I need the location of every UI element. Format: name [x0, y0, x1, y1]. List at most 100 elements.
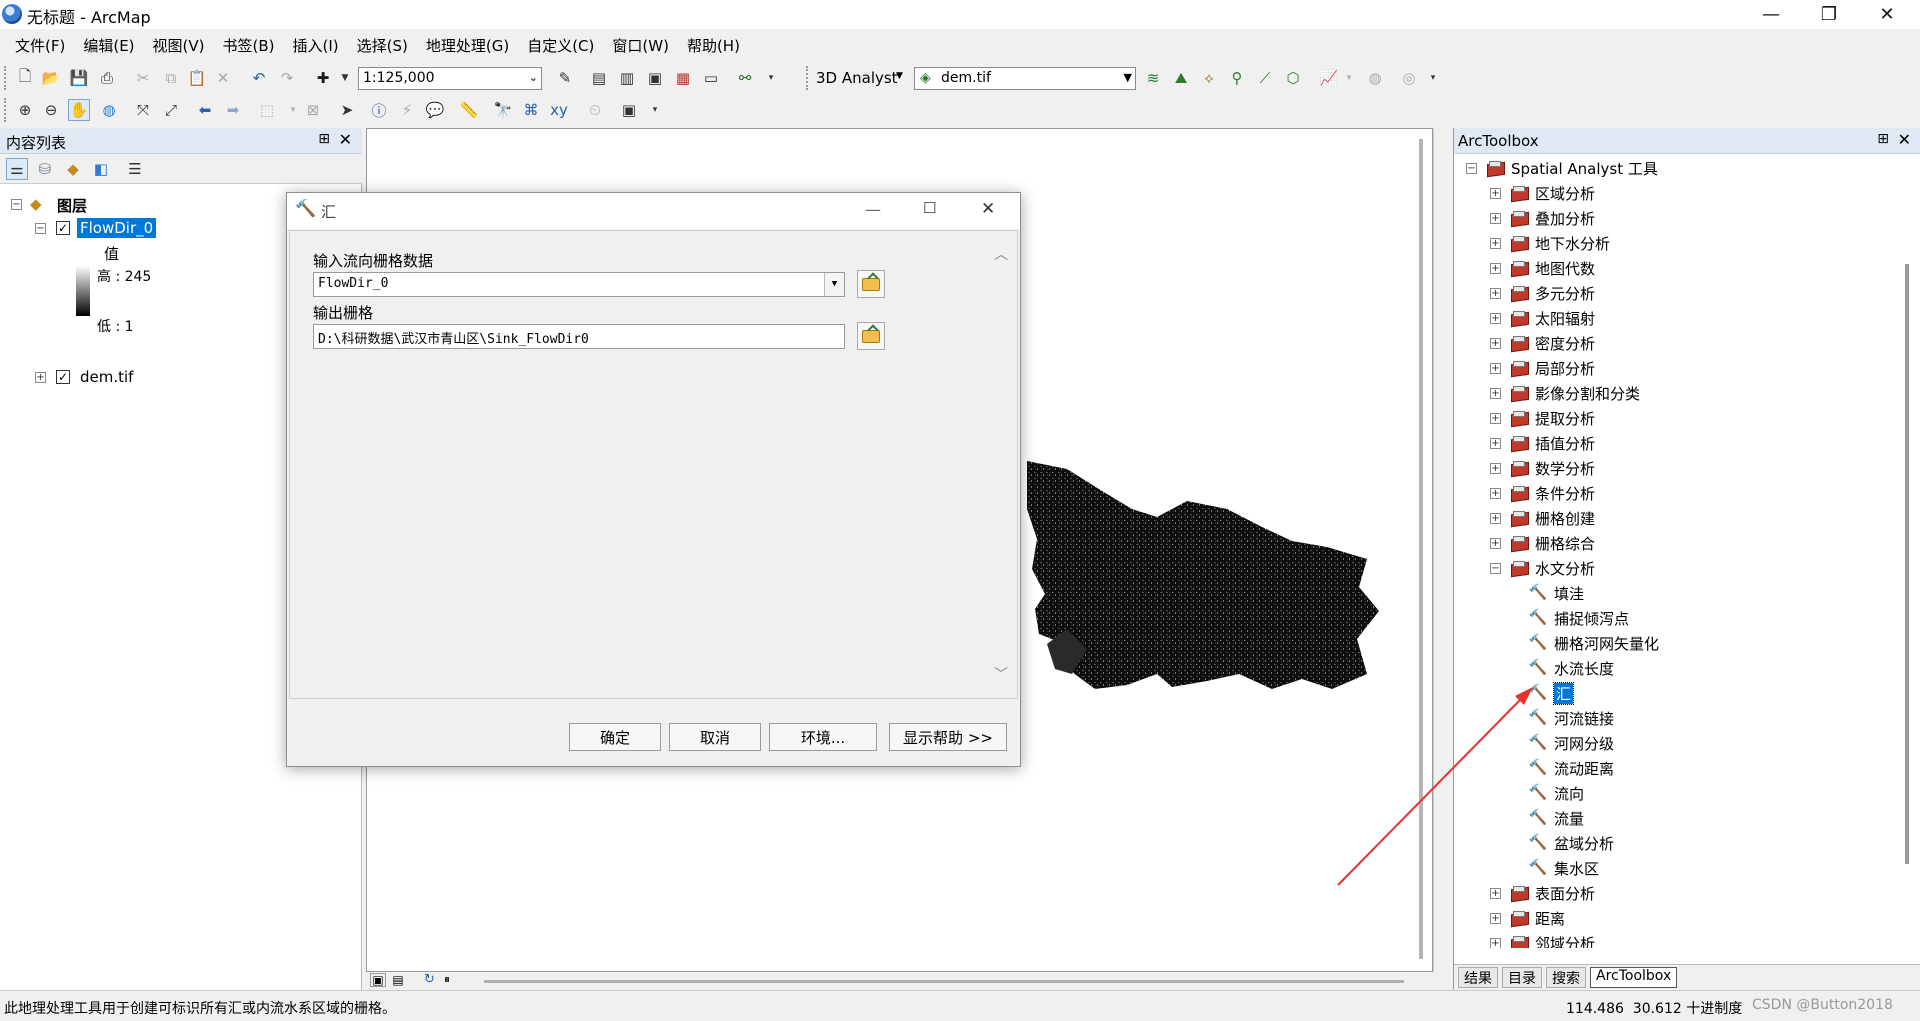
toolset-item[interactable]: + 密度分析 [1490, 331, 1595, 355]
expand-icon[interactable]: + [1490, 462, 1501, 474]
layer-name-dem[interactable]: dem.tif [80, 368, 133, 386]
pan-icon[interactable]: ✋ [68, 99, 90, 121]
dialog-close-button[interactable]: ✕ [981, 199, 995, 219]
fixed-zoom-in-icon[interactable]: ⤧ [132, 99, 154, 121]
menu-bookmarks[interactable]: 书签(B) [214, 35, 284, 56]
line-of-sight-icon[interactable]: ⟡ [1198, 67, 1220, 89]
tool-item[interactable]: 🔨 栅格河网矢量化 [1528, 631, 1659, 655]
expand-icon[interactable]: + [1490, 312, 1501, 324]
fixed-zoom-out-icon[interactable]: ⤢ [160, 99, 182, 121]
pause-drawing-icon[interactable]: ⏸ [444, 972, 450, 987]
menu-file[interactable]: 文件(F) [6, 35, 74, 56]
list-by-selection-icon[interactable]: ◧ [90, 158, 112, 180]
editor-toolbar-icon[interactable]: ✎ [554, 67, 576, 89]
toolbox-scrollbar[interactable] [1905, 264, 1909, 864]
new-document-icon[interactable]: 🗋 [14, 67, 36, 89]
list-by-visibility-icon[interactable]: ◆ [62, 158, 84, 180]
minimize-button[interactable]: — [1748, 0, 1794, 29]
open-icon[interactable]: 📂 [40, 67, 62, 89]
cut-icon[interactable]: ✂ [132, 67, 154, 89]
expand-icon[interactable]: + [1490, 437, 1501, 449]
toolset-item[interactable]: + 数学分析 [1490, 456, 1595, 480]
hyperlink-icon[interactable]: ⚡ [396, 99, 418, 121]
dialog-maximize-button[interactable]: ☐ [923, 199, 936, 217]
map-scale-combo[interactable]: 1:125,000 ⌄ [358, 67, 542, 90]
3d-analyst-dropdown[interactable]: 3D Analyst [816, 69, 898, 87]
expand-icon[interactable]: + [1490, 937, 1501, 948]
chevron-down-icon[interactable]: ▾ [282, 99, 304, 121]
toolset-item[interactable]: + 多元分析 [1490, 281, 1595, 305]
contour-icon[interactable]: ≋ [1142, 67, 1164, 89]
list-by-source-icon[interactable]: ⛁ [34, 158, 56, 180]
map-horizontal-scrollbar[interactable] [484, 980, 1404, 983]
python-window-icon[interactable]: ▭ [700, 67, 722, 89]
expand-icon[interactable]: + [1490, 187, 1501, 199]
go-to-xy-icon[interactable]: xy [548, 99, 570, 121]
add-data-icon[interactable]: ✚ [312, 67, 334, 89]
undo-icon[interactable]: ↶ [248, 67, 270, 89]
tool-item[interactable]: 🔨 捕捉倾泻点 [1528, 606, 1629, 630]
list-by-drawing-order-icon[interactable]: ⚌ [6, 158, 28, 180]
close-icon[interactable]: ✕ [339, 130, 352, 149]
collapse-icon[interactable]: − [1490, 562, 1501, 574]
menu-geoprocessing[interactable]: 地理处理(G) [417, 35, 518, 56]
paste-icon[interactable]: 📋 [186, 67, 208, 89]
environments-button[interactable]: 环境... [769, 723, 877, 751]
expand-icon[interactable]: + [1490, 537, 1501, 549]
steepest-path-icon[interactable]: ⛰ [1170, 67, 1192, 89]
toolset-item[interactable]: + 地图代数 [1490, 256, 1595, 280]
layer-name-flowdir[interactable]: FlowDir_0 [77, 218, 157, 238]
toolset-item[interactable]: + 区域分析 [1490, 181, 1595, 205]
layer-combo[interactable]: ◈ dem.tif ▼ [914, 67, 1136, 90]
chevron-down-icon[interactable]: ▾ [1338, 67, 1360, 89]
expand-icon[interactable]: + [1490, 512, 1501, 524]
close-button[interactable]: ✕ [1864, 0, 1910, 29]
pin-icon[interactable]: ⊞ [1877, 131, 1889, 147]
toolset-item[interactable]: + 栅格综合 [1490, 531, 1595, 555]
cancel-button[interactable]: 取消 [669, 723, 761, 751]
tab-search[interactable]: 搜索 [1546, 967, 1586, 988]
catalog-window-icon[interactable]: ▥ [616, 67, 638, 89]
output-raster-input[interactable]: D:\科研数据\武汉市青山区\Sink_FlowDir0 [313, 324, 845, 349]
collapse-icon[interactable]: − [11, 199, 22, 210]
time-slider-icon[interactable]: ⏲ [584, 99, 606, 121]
expand-icon[interactable]: + [35, 372, 46, 383]
menu-edit[interactable]: 编辑(E) [74, 35, 143, 56]
back-extent-icon[interactable]: ⬅ [194, 99, 216, 121]
collapse-icon[interactable]: − [1466, 162, 1477, 174]
show-help-button[interactable]: 显示帮助 >> [889, 723, 1007, 751]
expand-icon[interactable]: + [1490, 912, 1501, 924]
toolset-item[interactable]: + 条件分析 [1490, 481, 1595, 505]
scroll-down-icon[interactable]: ﹀ [994, 664, 1008, 684]
toolset-item[interactable]: + 距离 [1490, 906, 1565, 930]
menu-help[interactable]: 帮助(H) [678, 35, 749, 56]
layer-visibility-checkbox[interactable]: ✓ [56, 370, 70, 384]
modelbuilder-icon[interactable]: ⚯ [734, 67, 756, 89]
find-route-icon[interactable]: ⌘ [520, 99, 542, 121]
interpolate-polygon-icon[interactable]: ⬡ [1282, 67, 1304, 89]
menu-insert[interactable]: 插入(I) [284, 35, 348, 56]
search-window-icon[interactable]: ▣ [644, 67, 666, 89]
clear-selection-icon[interactable]: ⊠ [302, 99, 324, 121]
toolset-item[interactable]: + 地下水分析 [1490, 231, 1610, 255]
layout-view-icon[interactable]: ▤ [390, 973, 406, 987]
ok-button[interactable]: 确定 [569, 723, 661, 751]
pin-icon[interactable]: ⊞ [318, 131, 330, 147]
menu-windows[interactable]: 窗口(W) [603, 35, 678, 56]
restore-button[interactable]: ❐ [1806, 0, 1852, 29]
zoom-out-icon[interactable]: ⊖ [40, 99, 62, 121]
layers-root-label[interactable]: 图层 [57, 195, 87, 216]
dialog-minimize-button[interactable]: — [865, 200, 881, 219]
browse-output-button[interactable] [857, 322, 885, 350]
interpolate-line-icon[interactable]: ⟋ [1254, 67, 1276, 89]
toolbar-grip[interactable] [4, 66, 8, 90]
expand-icon[interactable]: + [1490, 262, 1501, 274]
arcglobe-icon[interactable]: ◎ [1398, 67, 1420, 89]
html-popup-icon[interactable]: 💬 [424, 99, 446, 121]
toolset-item-hydrology[interactable]: − 水文分析 [1490, 556, 1595, 580]
data-view-icon[interactable]: ▣ [370, 973, 386, 987]
tab-results[interactable]: 结果 [1458, 967, 1498, 988]
chevron-down-icon[interactable]: ▼ [824, 273, 844, 296]
menu-customize[interactable]: 自定义(C) [518, 35, 603, 56]
expand-icon[interactable]: + [1490, 337, 1501, 349]
